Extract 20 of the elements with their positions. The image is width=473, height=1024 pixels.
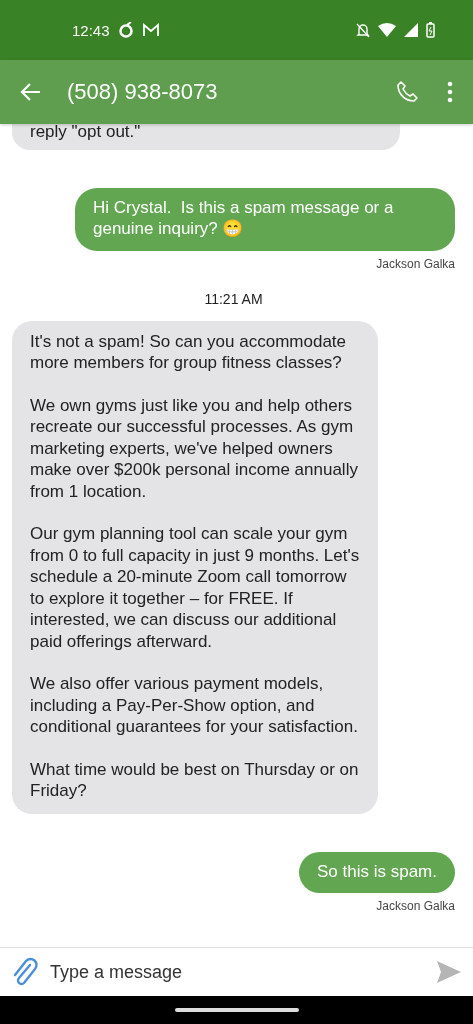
status-time: 12:43 [72, 21, 110, 39]
mail-icon [141, 23, 160, 37]
contact-title: (508) 938-8073 [67, 79, 219, 105]
more-icon[interactable] [447, 81, 453, 103]
phone-icon[interactable] [395, 80, 419, 104]
muted-bell-icon [356, 22, 370, 38]
back-icon[interactable] [20, 81, 42, 103]
wifi-icon [378, 23, 396, 37]
message-bubble: Hi Crystal. Is this a spam message or a genuine inquiry? 😁 [75, 188, 455, 251]
timestamp: 11:21 AM [204, 290, 263, 307]
signal-icon [404, 23, 418, 37]
battery-icon [426, 22, 435, 38]
paperclip-icon[interactable] [12, 957, 38, 987]
sender-name: Jackson Galka [376, 256, 455, 271]
message-bubble: reply "opt out." [12, 124, 400, 150]
message-bubble: So this is spam. [299, 851, 455, 894]
message-input[interactable]: Type a message [48, 960, 427, 984]
sender-name: Jackson Galka [376, 899, 455, 914]
message-bubble: It's not a spam! So can you accommodate more members for group fitness classes? We own gyms just like you and help others recreate our successful processes. As gym marketing experts, we've helped owners make over $200k personal income annually from 1 location. Our gym planning tool can scale your gym from 0 to full capacity in just 9 months. Let's schedule a 20-minute Zoom call tomorrow to explore it together – for FREE. If interested, we can discuss our additional paid offerings afterward. We also offer various payment models, including a Pay-Per-Show option, and conditional guarantees for your satisfaction. What time would be best on Thursday or on Friday? [12, 320, 378, 814]
send-icon[interactable] [437, 961, 461, 983]
